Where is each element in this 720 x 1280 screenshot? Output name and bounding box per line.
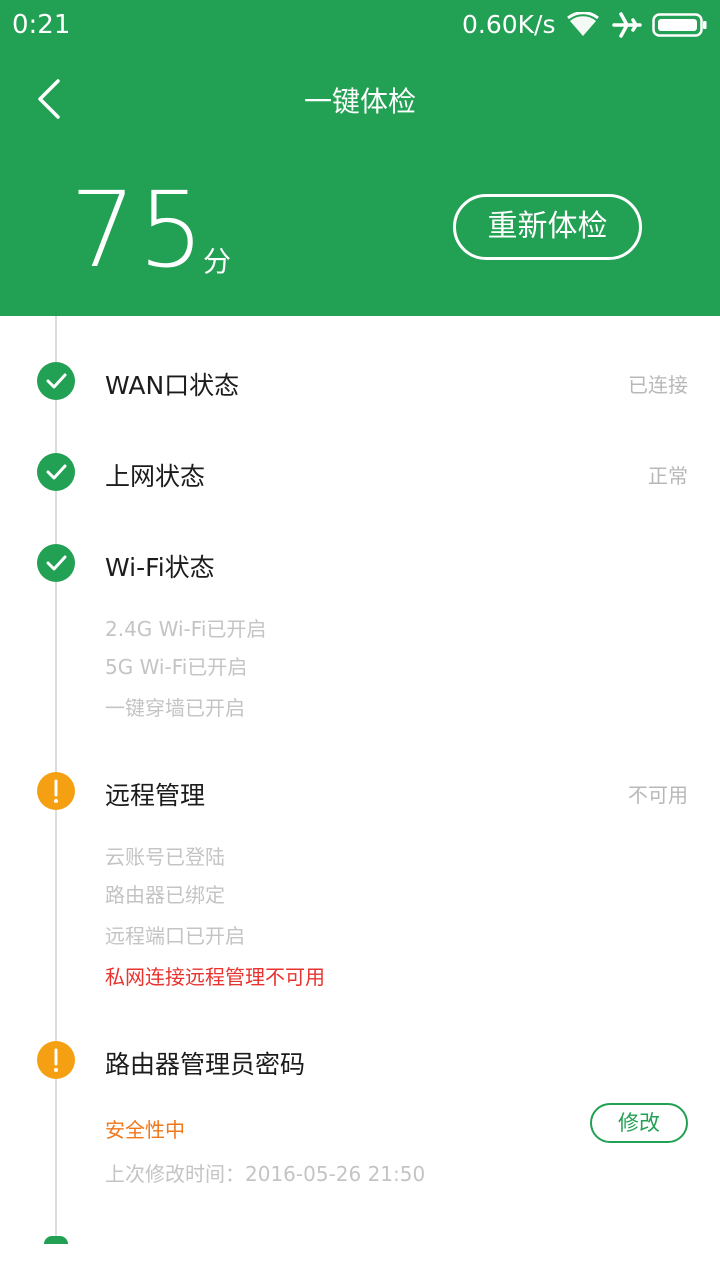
recheck-button[interactable]: 重新体检 — [453, 194, 642, 260]
remote-error-detail: 私网连接远程管理不可用 — [105, 965, 325, 989]
remote-detail: 路由器已绑定 — [105, 883, 225, 907]
remote-detail: 云账号已登陆 — [105, 845, 225, 869]
check-icon — [37, 453, 75, 491]
battery-icon — [652, 13, 707, 37]
status-bar: 0:21 0.60K/s — [0, 0, 720, 52]
network-speed: 0.60K/s — [462, 10, 556, 39]
wifi-detail: 2.4G Wi-Fi已开启 — [105, 617, 267, 641]
airplane-icon — [612, 12, 642, 38]
wifi-icon — [567, 12, 599, 36]
score-unit: 分 — [203, 245, 232, 278]
warning-icon — [37, 1041, 75, 1079]
wan-status-title: WAN口状态 — [105, 371, 240, 400]
wan-status-value: 已连接 — [628, 373, 688, 397]
next-item-indicator — [44, 1236, 68, 1244]
check-icon — [37, 362, 75, 400]
wifi-detail: 一键穿墙已开启 — [105, 696, 245, 720]
check-icon — [37, 544, 75, 582]
health-score: 75 — [70, 169, 207, 291]
remote-management-title: 远程管理 — [105, 781, 206, 810]
remote-detail: 远程端口已开启 — [105, 924, 245, 948]
warning-icon — [37, 772, 75, 810]
header-bar: 0:21 0.60K/s 一键体检 75 分 重新体检 — [0, 0, 720, 316]
wifi-status-title: Wi-Fi状态 — [105, 553, 215, 582]
status-time: 0:21 — [12, 10, 71, 40]
wifi-detail: 5G Wi-Fi已开启 — [105, 655, 248, 679]
edit-password-button[interactable]: 修改 — [590, 1103, 688, 1143]
internet-status-value: 正常 — [648, 464, 688, 488]
page-title: 一键体检 — [303, 85, 416, 118]
internet-status-title: 上网状态 — [105, 462, 206, 491]
password-last-modified: 上次修改时间：2016-05-26 21:50 — [105, 1162, 426, 1186]
password-security-level: 安全性中 — [105, 1118, 185, 1142]
remote-management-value: 不可用 — [628, 783, 688, 807]
admin-password-title: 路由器管理员密码 — [105, 1050, 306, 1079]
